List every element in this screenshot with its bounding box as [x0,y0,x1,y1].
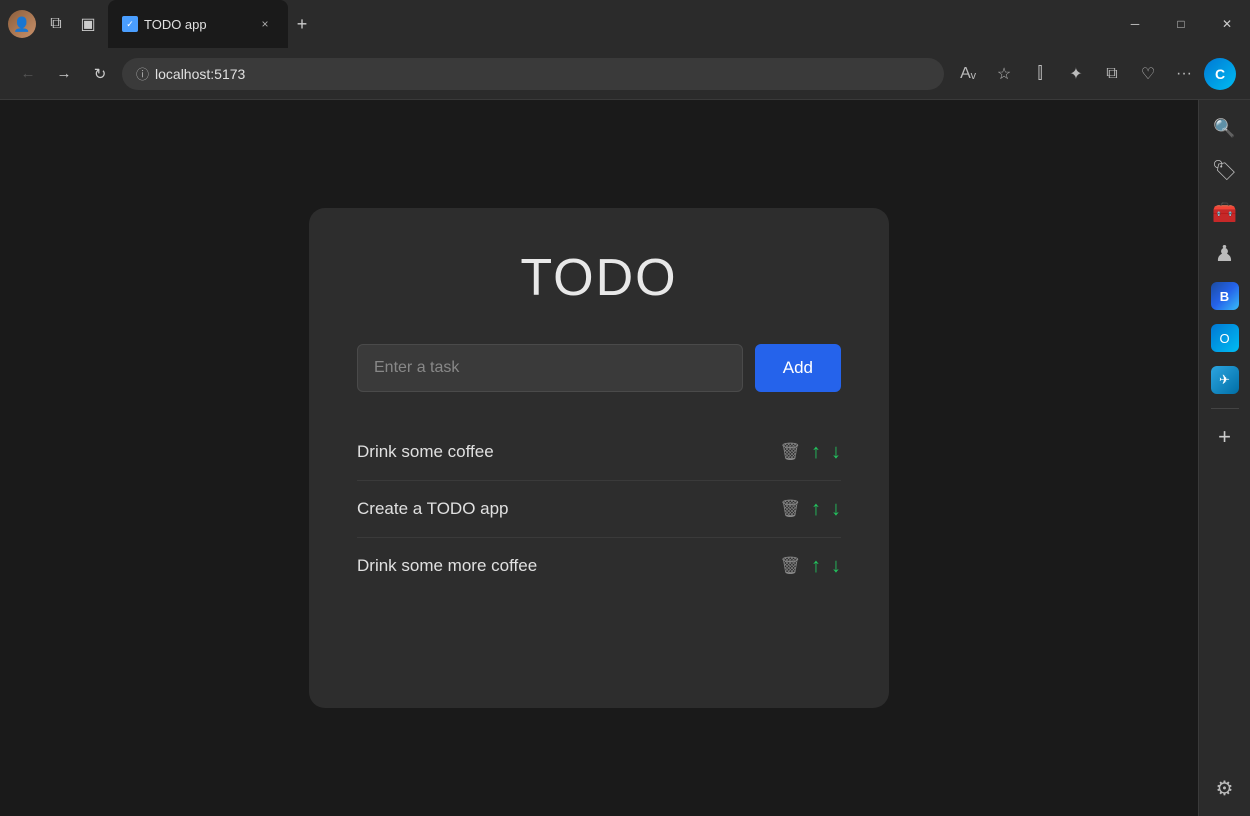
split-screen-icon[interactable]: ⫿ [1024,58,1056,90]
move-up-button[interactable]: ↑ [811,499,821,519]
active-tab[interactable]: ✓ TODO app × [108,0,288,48]
titlebar: 👤 ⧉ ▣ ✓ TODO app × + ─ □ ✕ [0,0,1250,48]
workspaces-icon[interactable]: ⧉ [44,12,68,36]
todo-item: Drink some coffee 🗑 ↑ ↓ [357,424,841,481]
favorites-hub-icon[interactable]: ✦ [1060,58,1092,90]
delete-item-button[interactable]: 🗑 [779,556,801,576]
todo-item-text: Drink some more coffee [357,556,767,576]
todo-item-actions: 🗑 ↑ ↓ [779,556,841,576]
sidebar-bottom: ⚙ [1207,770,1243,806]
tab-strip: ✓ TODO app × + [108,0,1112,48]
move-down-button[interactable]: ↓ [831,556,841,576]
sidebar-divider [1211,408,1239,409]
address-box[interactable]: ⓘ localhost:5173 [122,58,944,90]
todo-item: Create a TODO app 🗑 ↑ ↓ [357,481,841,538]
sidebar-bing-icon[interactable]: B [1207,278,1243,314]
todo-item-text: Create a TODO app [357,499,767,519]
move-up-button[interactable]: ↑ [811,442,821,462]
back-button[interactable]: ← [14,60,42,88]
user-avatar[interactable]: 👤 [8,10,36,38]
browser-body: TODO Add Drink some coffee 🗑 ↑ ↓ Cre [0,100,1250,816]
delete-item-button[interactable]: 🗑 [779,499,801,519]
delete-item-button[interactable]: 🗑 [779,442,801,462]
url-text[interactable]: localhost:5173 [155,66,930,82]
close-button[interactable]: ✕ [1204,0,1250,48]
minimize-button[interactable]: ─ [1112,0,1158,48]
todo-card: TODO Add Drink some coffee 🗑 ↑ ↓ Cre [309,208,889,708]
addressbar: ← → ↻ ⓘ localhost:5173 Aᵥ ☆ ⫿ ✦ ⧉ ♡ ··· … [0,48,1250,100]
forward-button[interactable]: → [50,60,78,88]
toolbar-actions: Aᵥ ☆ ⫿ ✦ ⧉ ♡ ··· C [952,58,1236,90]
new-tab-button[interactable]: + [288,10,316,38]
sidebar-collections-icon[interactable]: 🏷 [1207,152,1243,188]
sidebar-toggle-icon[interactable]: ▣ [76,12,100,36]
sidebar-tools-icon[interactable]: 🧰 [1207,194,1243,230]
todo-heading: TODO [357,248,841,308]
webpage-content: TODO Add Drink some coffee 🗑 ↑ ↓ Cre [0,100,1198,816]
right-sidebar: 🔍 🏷 🧰 ♟ B O ✈ + ⚙ [1198,100,1250,816]
favorites-icon[interactable]: ☆ [988,58,1020,90]
maximize-button[interactable]: □ [1158,0,1204,48]
task-input[interactable] [357,344,743,392]
tab-title: TODO app [144,17,207,32]
titlebar-left: 👤 ⧉ ▣ [0,10,108,38]
sidebar-games-icon[interactable]: ♟ [1207,236,1243,272]
sidebar-settings-icon[interactable]: ⚙ [1207,770,1243,806]
sidebar-telegram-icon[interactable]: ✈ [1207,362,1243,398]
browser-essentials-icon[interactable]: ♡ [1132,58,1164,90]
edge-profile-button[interactable]: C [1204,58,1236,90]
move-up-button[interactable]: ↑ [811,556,821,576]
move-down-button[interactable]: ↓ [831,499,841,519]
tab-close-button[interactable]: × [256,15,274,33]
read-aloud-icon[interactable]: Aᵥ [952,58,984,90]
todo-list: Drink some coffee 🗑 ↑ ↓ Create a TODO ap… [357,424,841,594]
move-down-button[interactable]: ↓ [831,442,841,462]
tab-favicon: ✓ [122,16,138,32]
add-task-button[interactable]: Add [755,344,841,392]
sidebar-outlook-icon[interactable]: O [1207,320,1243,356]
sidebar-add-icon[interactable]: + [1207,419,1243,455]
info-icon: ⓘ [136,64,149,83]
collections-icon[interactable]: ⧉ [1096,58,1128,90]
todo-item-text: Drink some coffee [357,442,767,462]
sidebar-search-icon[interactable]: 🔍 [1207,110,1243,146]
todo-item-actions: 🗑 ↑ ↓ [779,499,841,519]
more-menu-button[interactable]: ··· [1168,58,1200,90]
todo-input-row: Add [357,344,841,392]
window-controls: ─ □ ✕ [1112,0,1250,48]
refresh-button[interactable]: ↻ [86,60,114,88]
todo-item-actions: 🗑 ↑ ↓ [779,442,841,462]
todo-item: Drink some more coffee 🗑 ↑ ↓ [357,538,841,594]
